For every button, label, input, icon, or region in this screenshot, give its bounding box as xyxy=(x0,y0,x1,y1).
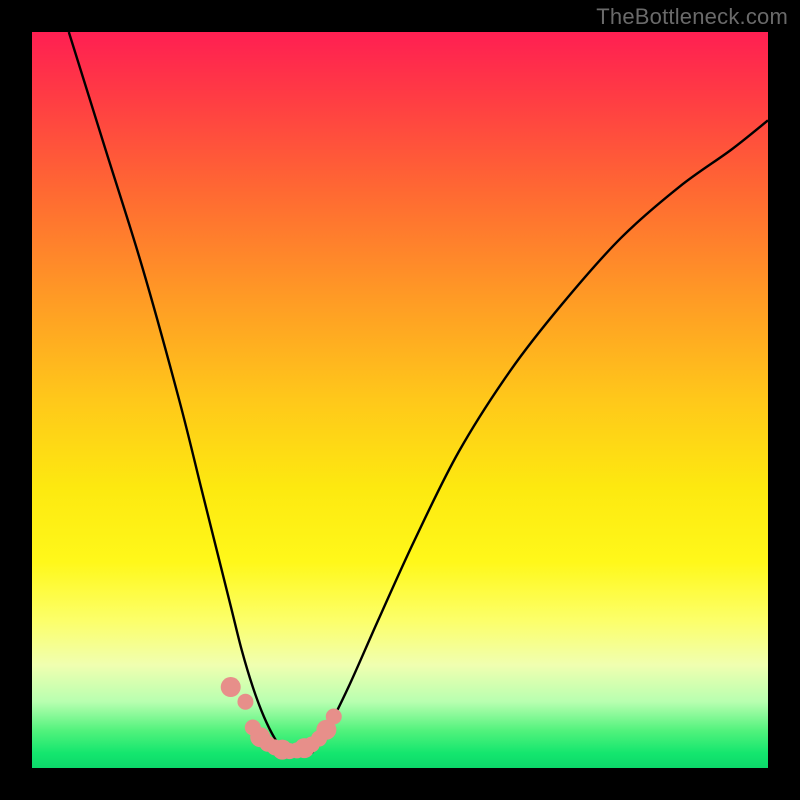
plot-area xyxy=(32,32,768,768)
watermark-text: TheBottleneck.com xyxy=(596,4,788,30)
chart-frame: TheBottleneck.com xyxy=(0,0,800,800)
gradient-background xyxy=(32,32,768,768)
